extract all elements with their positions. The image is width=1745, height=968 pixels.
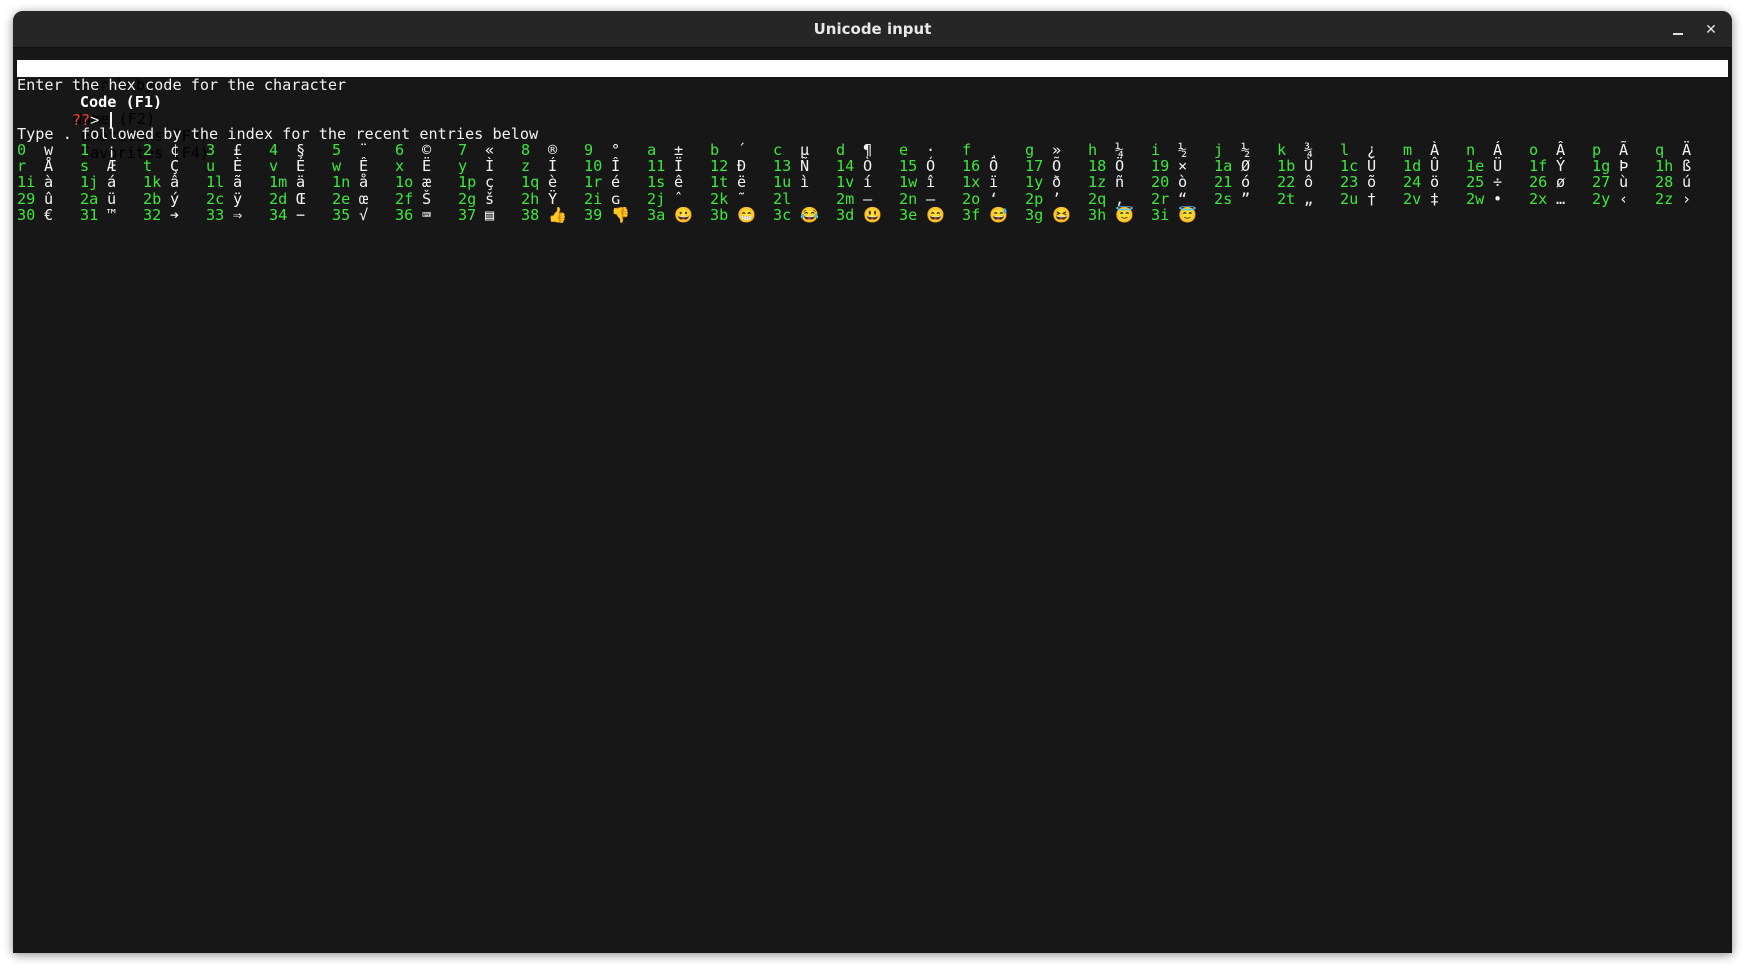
recent-entry[interactable]: 33 ⇒ <box>206 205 242 224</box>
close-button[interactable]: ✕ <box>1701 20 1721 40</box>
entry-character: − <box>296 205 306 224</box>
recent-entry[interactable]: 3c 😂 <box>773 205 819 224</box>
unicode-input-window: Unicode input ✕ Search by: Code (F1) Nam… <box>13 11 1732 953</box>
entry-index: 39 <box>584 205 603 224</box>
recent-entry[interactable]: 38 👍 <box>521 205 567 224</box>
recent-entry[interactable]: 37 ▤ <box>458 205 494 224</box>
close-icon: ✕ <box>1705 22 1717 38</box>
title-bar[interactable]: Unicode input ✕ <box>13 11 1732 48</box>
terminal-area[interactable]: Search by: Code (F1) Name (F2) Emoticons… <box>17 49 1728 953</box>
entry-character: 😂 <box>800 205 819 224</box>
entry-character: 😇 <box>1178 205 1197 224</box>
recent-entry[interactable]: 36 ⌨ <box>395 205 431 224</box>
entry-character: ⇒ <box>233 205 243 224</box>
recent-entry[interactable]: 3h 😇 <box>1088 205 1134 224</box>
minimize-icon <box>1673 33 1683 35</box>
entry-character: ™ <box>107 205 117 224</box>
entry-index: 3d <box>836 205 855 224</box>
entry-index: 3a <box>647 205 666 224</box>
entry-index: 37 <box>458 205 477 224</box>
recent-entry[interactable]: 3e 😄 <box>899 205 945 224</box>
entry-character: 👎 <box>611 205 630 224</box>
entry-character: ▤ <box>485 205 495 224</box>
entry-index: 35 <box>332 205 351 224</box>
entry-character: 👍 <box>548 205 567 224</box>
recent-entry[interactable]: 30 € <box>17 205 53 224</box>
recent-entry[interactable]: 31 ™ <box>80 205 116 224</box>
recent-entries-row: 29 û 2a ü 2b ý 2c ÿ 2d Œ 2e œ 2f Š 2g š 2h Ÿ 2i ɢ 2j ˆ 2k ˜ 2l 2m… <box>17 190 1728 208</box>
recent-entry[interactable]: 3d 😃 <box>836 205 882 224</box>
recent-entries-grid: 0 w 1 ¡ 2 ¢ 3 £4 § 5 ¨ 6 © 7 «8 ® 9 ° a ± b ´ c µ d ¶ e · f ¸ g» h ¼ i ½ j ½… <box>17 141 1728 224</box>
recent-entries-row: r Ås Æt Çu Èv Éw Êx Ëy Ìz Í 10 Î 11 Ï 12 Ð 13 Ñ 14 Ò 15 Ó 16 Ô 1… <box>17 157 1728 175</box>
entry-index: 34 <box>269 205 288 224</box>
entry-index: 3h <box>1088 205 1107 224</box>
entry-index: 30 <box>17 205 36 224</box>
recent-entry[interactable]: 3a 😀 <box>647 205 693 224</box>
recent-entry[interactable]: 3i 😇 <box>1151 205 1197 224</box>
entry-index: 3b <box>710 205 729 224</box>
search-mode-bar: Search by: Code (F1) Name (F2) Emoticons… <box>17 60 1728 162</box>
recent-entry[interactable]: 3b 😁 <box>710 205 756 224</box>
entry-character: ➔ <box>170 205 180 224</box>
entry-character: 😅 <box>989 205 1008 224</box>
entry-index: 3e <box>899 205 918 224</box>
recent-entries-row: 1i à 1j á 1k â 1l ã 1m ä 1n å 1o æ 1p ç 1q è 1r é 1s ê 1t ë 1u ì 1… <box>17 173 1728 191</box>
window-title: Unicode input <box>813 20 932 38</box>
entry-character: √ <box>359 205 369 224</box>
recent-entry[interactable]: 39 👎 <box>584 205 630 224</box>
entry-index: 31 <box>80 205 99 224</box>
entry-index: 3i <box>1151 205 1170 224</box>
recent-entry[interactable]: 32 ➔ <box>143 205 179 224</box>
entry-index: 3c <box>773 205 792 224</box>
entry-index: 3f <box>962 205 981 224</box>
instruction-text: Enter the hex code for the character <box>17 76 347 94</box>
recent-entries-row: 30 €31 ™ 32 ➔ 33 ⇒ 34−35 √ 36 ⌨ 37 ▤ 38 👍 39 👎 3a 😀 3b 😁 3c 😂 3… <box>17 205 1728 224</box>
recent-entry[interactable]: 35 √ <box>332 205 368 224</box>
entry-character: 😆 <box>1052 205 1071 224</box>
recent-entry[interactable]: 3g 😆 <box>1025 205 1071 224</box>
entry-character: € <box>44 205 54 224</box>
recent-entries-row: 0 w 1 ¡ 2 ¢ 3 £4 § 5 ¨ 6 © 7 «8 ® 9 ° a ± b ´ c µ d ¶ e · f ¸ g» h ¼ i ½ j ½… <box>17 141 1728 159</box>
entry-character: ⌨ <box>422 205 432 224</box>
entry-character: 😃 <box>863 205 882 224</box>
entry-index: 32 <box>143 205 162 224</box>
entry-index: 33 <box>206 205 225 224</box>
minimize-button[interactable] <box>1668 20 1688 40</box>
entry-index: 36 <box>395 205 414 224</box>
entry-index: 3g <box>1025 205 1044 224</box>
recent-entry[interactable]: 34− <box>269 205 305 224</box>
recent-entry[interactable]: 3f 😅 <box>962 205 1008 224</box>
entry-character: 😁 <box>737 205 756 224</box>
entry-character: 😄 <box>926 205 945 224</box>
entry-character: 😇 <box>1115 205 1134 224</box>
entry-index: 38 <box>521 205 540 224</box>
entry-character: 😀 <box>674 205 693 224</box>
